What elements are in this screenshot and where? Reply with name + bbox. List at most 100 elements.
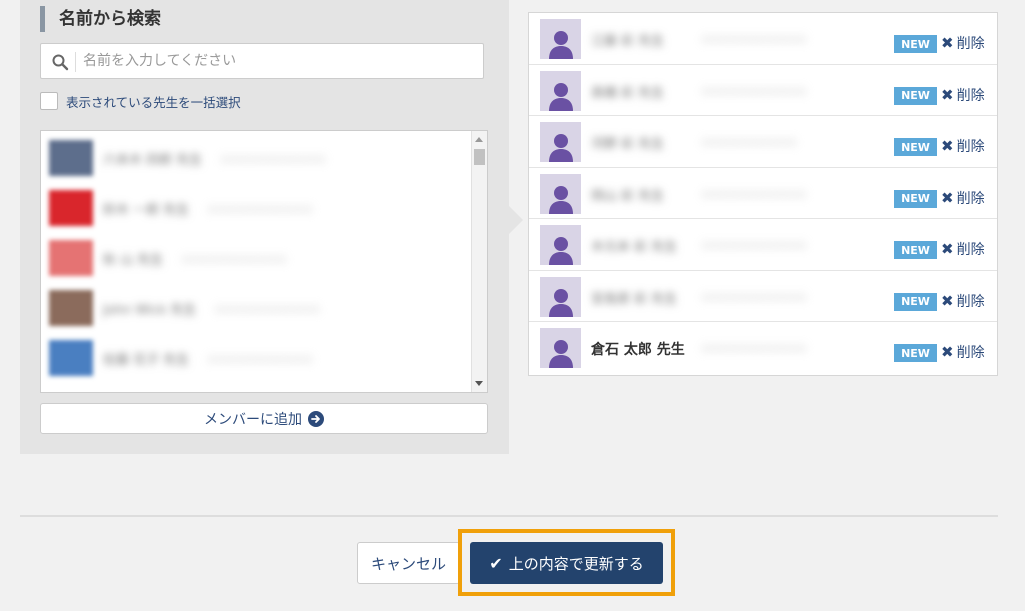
delete-label: 削除	[956, 87, 985, 104]
person-icon	[540, 276, 581, 317]
result-name: 秋 山 先生	[103, 252, 164, 268]
result-sub: ○○○○○○○○○○○	[207, 201, 313, 215]
person-icon	[540, 225, 581, 265]
result-sub: ○○○○○○○○○○○	[207, 351, 313, 365]
avatar	[49, 240, 93, 276]
avatar	[49, 190, 93, 226]
cancel-button[interactable]: キャンセル	[357, 542, 460, 584]
delete-button[interactable]: ✖ 削除	[941, 239, 985, 259]
search-result-list: 六本木 四郎 先生 ○○○○○○○○○○○ 鈴木 一郎 先生 ○○○○○○○○○…	[40, 130, 488, 393]
result-sub: ○○○○○○○○○○○	[181, 251, 287, 265]
close-icon: ✖	[941, 137, 954, 155]
result-name: John Wick 先生	[103, 302, 197, 318]
scroll-down-arrow-icon[interactable]	[475, 381, 483, 386]
close-icon: ✖	[941, 291, 954, 310]
member-row: 河野 彩 先生 ○○○○○○○○○○ NEW ✖ 削除	[529, 116, 997, 168]
delete-button[interactable]: ✖ 削除	[941, 188, 985, 208]
delete-button[interactable]: ✖ 削除	[941, 136, 985, 156]
close-icon: ✖	[941, 34, 954, 52]
search-divider	[75, 52, 76, 72]
member-sub: ○○○○○○○○○○○	[701, 83, 807, 97]
result-sub: ○○○○○○○○○○○	[214, 301, 320, 315]
member-sub: ○○○○○○○○○○○	[701, 32, 807, 45]
select-all-checkbox[interactable]	[40, 92, 58, 110]
check-icon: ✔	[489, 553, 503, 573]
delete-label: 削除	[956, 139, 985, 155]
member-row: 岡山 彩 先生 ○○○○○○○○○○○ NEW ✖ 削除	[529, 168, 997, 219]
delete-label: 削除	[956, 293, 985, 310]
member-name: 河野 彩 先生	[591, 137, 665, 152]
delete-label: 削除	[956, 190, 985, 207]
delete-button[interactable]: ✖ 削除	[941, 342, 985, 362]
result-item[interactable]: 秋 山 先生 ○○○○○○○○○○○	[49, 238, 287, 278]
person-icon	[540, 328, 581, 368]
member-sub: ○○○○○○○○○○○	[701, 341, 807, 354]
member-row: 木元本 彩 先生 ○○○○○○○○○○○ NEW ✖ 削除	[529, 219, 997, 271]
result-item[interactable]: 佐藤 花子 先生 ○○○○○○○○○○○	[49, 338, 313, 378]
result-name: 鈴木 一郎 先生	[103, 202, 190, 218]
avatar	[49, 290, 93, 326]
close-icon: ✖	[941, 188, 954, 207]
delete-label: 削除	[956, 36, 985, 52]
new-badge: NEW	[894, 292, 937, 311]
result-sub: ○○○○○○○○○○○	[220, 151, 326, 165]
person-icon	[540, 122, 581, 162]
delete-label: 削除	[956, 345, 985, 361]
member-row: 高橋 彩 先生 ○○○○○○○○○○○ NEW ✖ 削除	[529, 65, 997, 116]
delete-label: 削除	[956, 242, 985, 258]
panel-pointer	[509, 206, 523, 234]
selected-member-list: 江藤 彩 先生 ○○○○○○○○○○○ NEW ✖ 削除 高橋 彩 先生 ○○○○…	[528, 12, 998, 376]
scroll-thumb[interactable]	[474, 149, 485, 165]
person-icon	[540, 173, 581, 214]
person-icon	[540, 19, 581, 59]
member-sub: ○○○○○○○○○○○	[701, 186, 807, 200]
arrow-right-circle-icon	[308, 410, 324, 427]
member-name: 木元本 彩 先生	[591, 240, 678, 255]
result-name: 六本木 四郎 先生	[103, 152, 203, 168]
result-item[interactable]: 鈴木 一郎 先生 ○○○○○○○○○○○	[49, 188, 313, 228]
member-name: 江藤 彩 先生	[591, 34, 665, 49]
add-member-button[interactable]: メンバーに追加	[40, 403, 488, 434]
update-label: 上の内容で更新する	[508, 554, 644, 573]
person-icon	[540, 70, 581, 111]
search-input-box[interactable]	[40, 43, 484, 79]
close-icon: ✖	[941, 85, 954, 104]
footer-divider	[20, 515, 998, 517]
delete-button[interactable]: ✖ 削除	[941, 291, 985, 311]
member-name: 倉石 太郎 先生	[591, 342, 685, 358]
result-item[interactable]: John Wick 先生 ○○○○○○○○○○○	[49, 288, 320, 328]
avatar	[49, 340, 93, 376]
section-title: 名前から検索	[40, 6, 161, 32]
member-sub: ○○○○○○○○○○○	[701, 289, 807, 303]
result-name: 佐藤 花子 先生	[103, 352, 190, 368]
add-member-label: メンバーに追加	[204, 411, 302, 428]
new-badge: NEW	[894, 344, 937, 362]
result-item[interactable]: 六本木 四郎 先生 ○○○○○○○○○○○	[49, 138, 326, 178]
select-all-row[interactable]: 表示されている先生を一括選択	[40, 91, 241, 111]
new-badge: NEW	[894, 138, 937, 156]
new-badge: NEW	[894, 241, 937, 259]
member-name: 高橋 彩 先生	[591, 85, 665, 101]
avatar	[49, 140, 93, 176]
close-icon: ✖	[941, 240, 954, 258]
search-input[interactable]	[83, 48, 473, 74]
update-button[interactable]: ✔ 上の内容で更新する	[470, 542, 663, 584]
select-all-label[interactable]: 表示されている先生を一括選択	[66, 92, 241, 111]
new-badge: NEW	[894, 189, 937, 208]
member-row: 宮島原 彩 先生 ○○○○○○○○○○○ NEW ✖ 削除	[529, 271, 997, 322]
delete-button[interactable]: ✖ 削除	[941, 85, 985, 105]
search-icon	[52, 54, 69, 71]
member-row: 倉石 太郎 先生 ○○○○○○○○○○○ NEW ✖ 削除	[529, 322, 997, 374]
member-name: 宮島原 彩 先生	[591, 291, 678, 307]
scroll-up-arrow-icon[interactable]	[475, 137, 483, 142]
new-badge: NEW	[894, 35, 937, 53]
member-name: 岡山 彩 先生	[591, 188, 665, 204]
delete-button[interactable]: ✖ 削除	[941, 33, 985, 53]
search-panel: 名前から検索 表示されている先生を一括選択 六本木 四郎 先生 ○○○○○○○○…	[20, 0, 509, 454]
new-badge: NEW	[894, 86, 937, 105]
member-row: 江藤 彩 先生 ○○○○○○○○○○○ NEW ✖ 削除	[529, 13, 997, 65]
member-sub: ○○○○○○○○○○	[701, 135, 797, 148]
close-icon: ✖	[941, 343, 954, 361]
member-sub: ○○○○○○○○○○○	[701, 238, 807, 251]
scrollbar[interactable]	[471, 131, 487, 392]
